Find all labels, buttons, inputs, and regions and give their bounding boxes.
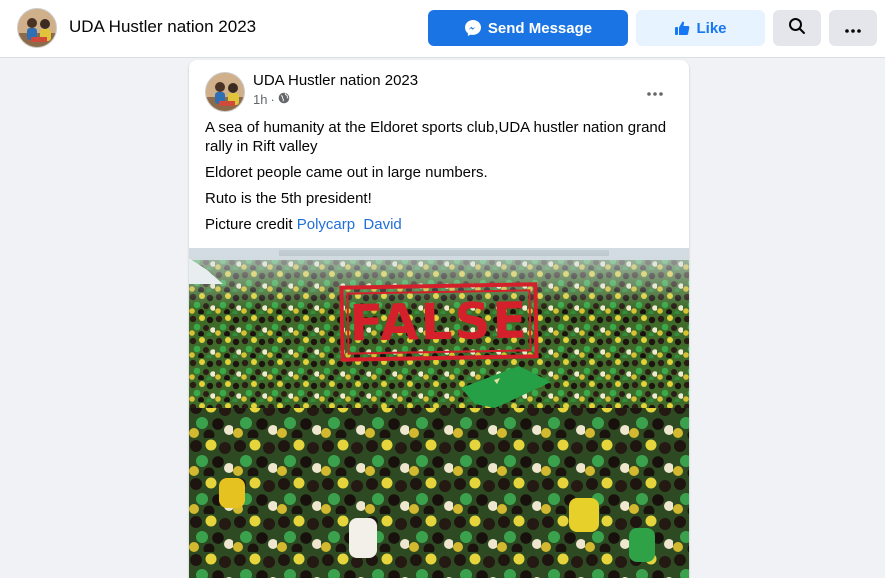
credit-tag-last[interactable]: David bbox=[363, 216, 401, 233]
false-stamp-text: FALSE bbox=[346, 289, 532, 355]
post-text: A sea of humanity at the Eldoret sports … bbox=[205, 118, 679, 241]
like-label: Like bbox=[696, 19, 727, 37]
page-title[interactable]: UDA Hustler nation 2023 bbox=[69, 17, 256, 37]
thumbs-up-icon bbox=[674, 20, 690, 36]
avatar-photo bbox=[18, 9, 56, 47]
avatar-photo bbox=[206, 73, 244, 111]
more-horizontal-icon bbox=[845, 20, 861, 37]
post-timestamp[interactable]: 1h bbox=[253, 92, 267, 107]
globe-icon bbox=[278, 92, 290, 107]
picture-credit: Picture credit Polycarp David bbox=[205, 215, 679, 234]
post-paragraph: A sea of humanity at the Eldoret sports … bbox=[205, 119, 667, 155]
credit-tag-first[interactable]: Polycarp bbox=[297, 216, 355, 233]
search-icon bbox=[788, 17, 806, 39]
page-avatar[interactable] bbox=[17, 8, 57, 48]
post-photo[interactable]: FALSE bbox=[189, 248, 689, 578]
credit-prefix: Picture credit bbox=[205, 216, 293, 233]
post-author-avatar[interactable] bbox=[205, 72, 245, 112]
send-message-button[interactable]: Send Message bbox=[428, 10, 628, 46]
post-card: UDA Hustler nation 2023 1h · A sea of hu… bbox=[189, 60, 689, 578]
post-author-name[interactable]: UDA Hustler nation 2023 bbox=[253, 72, 418, 89]
meta-separator: · bbox=[270, 92, 275, 107]
more-options-button[interactable] bbox=[829, 10, 877, 46]
send-message-label: Send Message bbox=[487, 19, 593, 37]
more-horizontal-icon bbox=[647, 83, 663, 101]
search-button[interactable] bbox=[773, 10, 821, 46]
like-button[interactable]: Like bbox=[636, 10, 765, 46]
post-paragraph: Ruto is the 5th president! bbox=[205, 190, 372, 207]
post-paragraph: Eldoret people came out in large numbers… bbox=[205, 164, 488, 181]
page-header: UDA Hustler nation 2023 Send Message Lik… bbox=[0, 0, 885, 58]
messenger-icon bbox=[464, 19, 482, 37]
post-meta: 1h · bbox=[253, 92, 290, 107]
post-options-button[interactable] bbox=[637, 74, 673, 110]
false-stamp: FALSE bbox=[339, 282, 539, 362]
